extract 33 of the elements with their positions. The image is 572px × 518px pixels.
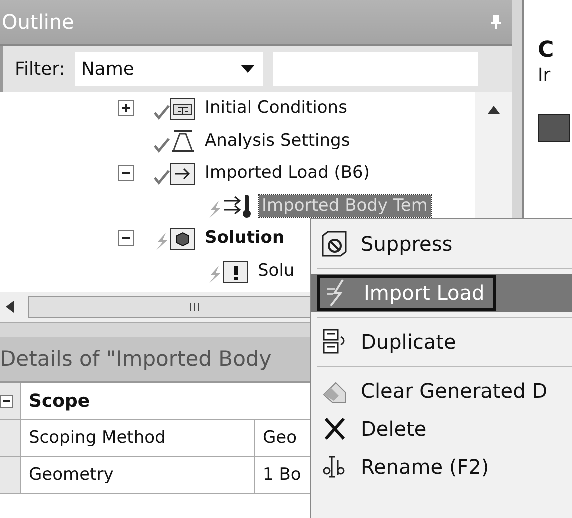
dropdown-arrow-icon xyxy=(241,65,256,73)
tree-item[interactable]: Solu xyxy=(255,260,298,282)
property-value: 1 Bo xyxy=(262,464,302,487)
filter-dropdown[interactable]: Name xyxy=(75,52,264,86)
tree-item[interactable]: Initial Conditions xyxy=(202,97,350,120)
collapse-toggle[interactable] xyxy=(0,394,13,408)
thermometer-icon xyxy=(223,192,253,219)
details-title: Details of "Imported Body xyxy=(0,347,272,371)
side-text: Ir xyxy=(538,65,552,86)
scroll-left-icon[interactable] xyxy=(6,301,14,313)
filter-label: Filter: xyxy=(15,58,66,80)
panel-title: Outline xyxy=(2,10,74,34)
property-value: Geo xyxy=(262,427,298,450)
menu-item[interactable]: Delete xyxy=(311,410,572,448)
suppress-icon xyxy=(321,230,349,258)
property-name: Scoping Method xyxy=(21,420,255,456)
filter-input-field[interactable] xyxy=(273,52,478,86)
group-header: Scope xyxy=(29,390,90,414)
tree-item[interactable]: Solution xyxy=(202,227,288,250)
support-icon xyxy=(170,128,196,154)
menu-item[interactable]: Rename (F2) xyxy=(311,448,572,486)
menu-item[interactable]: Duplicate xyxy=(311,323,572,361)
collapse-toggle[interactable] xyxy=(118,230,134,246)
tree-item[interactable]: Analysis Settings xyxy=(202,130,354,152)
side-heading: C xyxy=(538,38,556,63)
menu-item[interactable]: Suppress xyxy=(311,225,572,263)
expand-toggle[interactable] xyxy=(118,100,134,116)
menu-item[interactable]: Clear Generated D xyxy=(311,372,572,410)
menu-item[interactable]: Import Load xyxy=(311,274,572,312)
property-name: Geometry xyxy=(21,457,255,493)
scroll-up-icon[interactable] xyxy=(488,106,500,114)
tree-item[interactable]: Imported Load (B6) xyxy=(202,162,374,184)
collapse-toggle[interactable] xyxy=(118,165,134,182)
